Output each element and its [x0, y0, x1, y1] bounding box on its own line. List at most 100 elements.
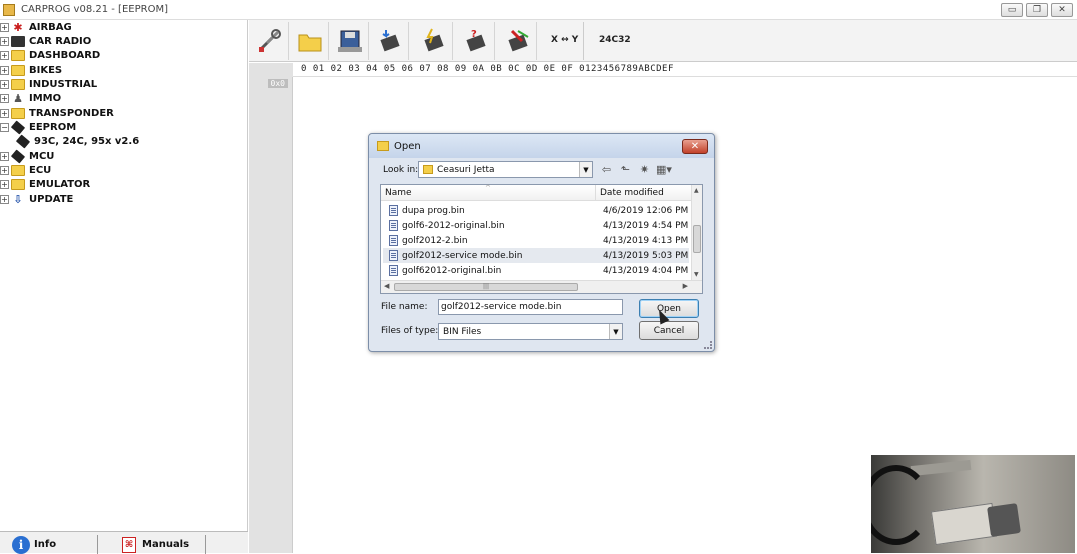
chip-icon: [10, 149, 26, 163]
expand-icon[interactable]: +: [0, 179, 9, 189]
file-row[interactable]: golf6-2012-original.bin 4/13/2019 4:54 P…: [383, 218, 689, 233]
expand-icon[interactable]: +: [0, 194, 9, 204]
dropdown-arrow-icon[interactable]: ▼: [579, 162, 592, 177]
erase-chip-button[interactable]: [499, 22, 537, 60]
hex-address-gutter: 0x0: [249, 77, 293, 553]
expand-icon[interactable]: +: [0, 93, 9, 103]
open-file-button[interactable]: [291, 22, 329, 60]
svg-text:?: ?: [471, 29, 477, 40]
scroll-up-icon[interactable]: ▲: [694, 187, 699, 194]
tree-label: EMULATOR: [29, 178, 91, 190]
restore-button[interactable]: ❐: [1026, 3, 1048, 17]
expand-icon[interactable]: +: [0, 79, 9, 89]
folder-icon: [11, 49, 25, 61]
file-row[interactable]: dupa prog.bin 4/6/2019 12:06 PM: [383, 203, 689, 218]
look-in-label: Look in:: [383, 165, 419, 175]
tree-item-update[interactable]: + ⇩ UPDATE: [0, 192, 73, 206]
manuals-button[interactable]: ⌘ Manuals: [122, 535, 189, 554]
tools-icon: [258, 29, 281, 52]
look-in-combo[interactable]: Ceasuri Jetta ▼: [418, 161, 593, 178]
tree-item-ecu[interactable]: + ECU: [0, 163, 51, 177]
scroll-thumb[interactable]: |||: [394, 283, 578, 291]
dropdown-arrow-icon[interactable]: ▼: [609, 324, 622, 339]
tree-item-transponder[interactable]: + TRANSPONDER: [0, 106, 114, 120]
scroll-down-icon[interactable]: ▼: [694, 271, 699, 278]
tree-item-93c-24c-95x[interactable]: 93C, 24C, 95x v2.6: [15, 134, 139, 148]
tree-label: UPDATE: [29, 193, 74, 205]
tree-item-car-radio[interactable]: + CAR RADIO: [0, 34, 91, 48]
tree-item-emulator[interactable]: + EMULATOR: [0, 177, 90, 191]
tree-item-eeprom[interactable]: − EEPROM: [0, 120, 76, 134]
new-folder-icon[interactable]: ✷: [637, 163, 652, 176]
file-date: 4/13/2019 4:13 PM: [603, 235, 689, 246]
scroll-thumb[interactable]: [693, 225, 701, 253]
expand-icon[interactable]: +: [0, 151, 9, 161]
column-divider[interactable]: [595, 185, 596, 201]
tree-item-dashboard[interactable]: + DASHBOARD: [0, 48, 100, 62]
file-date: 4/13/2019 4:04 PM: [603, 265, 689, 276]
file-row[interactable]: golf62012-original.bin 4/13/2019 4:04 PM: [383, 263, 689, 278]
expand-icon[interactable]: +: [0, 36, 9, 46]
tree-item-airbag[interactable]: + ✱ AIRBAG: [0, 20, 72, 34]
column-name[interactable]: Name: [385, 188, 412, 198]
write-chip-button[interactable]: [415, 22, 453, 60]
file-row-selected[interactable]: golf2012-service mode.bin 4/13/2019 5:03…: [383, 248, 689, 263]
read-chip-icon: [379, 30, 400, 52]
divider: [97, 535, 98, 554]
expand-icon[interactable]: +: [0, 50, 9, 60]
window-title: CARPROG v08.21 - [EEPROM]: [21, 4, 168, 15]
expand-icon[interactable]: +: [0, 65, 9, 75]
file-type-select[interactable]: BIN Files ▼: [438, 323, 623, 340]
tree-label: MCU: [29, 150, 55, 162]
scroll-right-icon[interactable]: ▶: [683, 282, 688, 290]
write-chip-icon: [423, 28, 444, 52]
view-menu-icon[interactable]: ▦▾: [656, 163, 672, 176]
save-disk-icon: [337, 30, 362, 52]
file-type-value: BIN Files: [443, 326, 482, 337]
window-controls: ▭ ❐ ✕: [1001, 3, 1073, 17]
column-date-modified[interactable]: Date modified: [600, 188, 664, 198]
file-name: golf62012-original.bin: [402, 265, 502, 276]
collapse-icon[interactable]: −: [0, 122, 9, 132]
dialog-close-button[interactable]: ✕: [682, 139, 708, 154]
open-button[interactable]: Open: [639, 299, 699, 318]
sidebar-footer: i Info ⌘ Manuals: [0, 531, 248, 554]
settings-tools-button[interactable]: [251, 22, 289, 60]
tree-item-industrial[interactable]: + INDUSTRIAL: [0, 77, 97, 91]
folder-icon: [11, 107, 25, 119]
tree-label: TRANSPONDER: [29, 107, 114, 119]
scroll-left-icon[interactable]: ◀: [384, 282, 389, 290]
file-list: Name ^ Date modified dupa prog.bin 4/6/2…: [380, 184, 703, 294]
tree-item-mcu[interactable]: + MCU: [0, 149, 54, 163]
save-file-button[interactable]: [331, 22, 369, 60]
resize-grip[interactable]: [704, 341, 712, 349]
webcam-overlay: [871, 455, 1075, 553]
tree-item-bikes[interactable]: + BIKES: [0, 63, 62, 77]
file-name: golf2012-2.bin: [402, 235, 468, 246]
expand-icon[interactable]: +: [0, 22, 9, 32]
verify-chip-button[interactable]: ?: [457, 22, 495, 60]
file-name: golf2012-service mode.bin: [402, 250, 523, 261]
tree-label: CAR RADIO: [29, 35, 92, 47]
file-row[interactable]: golf2012-2.bin 4/13/2019 4:13 PM: [383, 233, 689, 248]
back-arrow-icon[interactable]: ⇦: [599, 163, 614, 176]
close-button[interactable]: ✕: [1051, 3, 1073, 17]
tree-item-immo[interactable]: + ♟ IMMO: [0, 91, 61, 105]
cancel-button[interactable]: Cancel: [639, 321, 699, 340]
info-button[interactable]: i Info: [12, 535, 56, 554]
title-bar: CARPROG v08.21 - [EEPROM] ▭ ❐ ✕: [0, 0, 1077, 20]
horizontal-scrollbar[interactable]: ◀ ||| ▶: [381, 280, 702, 293]
file-date: 4/6/2019 12:06 PM: [603, 205, 689, 216]
info-label: Info: [34, 539, 57, 550]
file-name-input[interactable]: golf2012-service mode.bin: [438, 299, 623, 315]
read-chip-button[interactable]: [371, 22, 409, 60]
vertical-scrollbar[interactable]: ▲ ▼: [691, 185, 702, 280]
device-label: 24C32: [599, 35, 631, 45]
tree-label: DASHBOARD: [29, 49, 101, 61]
up-folder-icon[interactable]: ⬑: [618, 163, 633, 176]
expand-icon[interactable]: +: [0, 108, 9, 118]
expand-icon[interactable]: +: [0, 165, 9, 175]
swap-xy-button[interactable]: X ↔ Y: [551, 35, 578, 45]
webcam-connector: [987, 503, 1021, 537]
minimize-button[interactable]: ▭: [1001, 3, 1023, 17]
